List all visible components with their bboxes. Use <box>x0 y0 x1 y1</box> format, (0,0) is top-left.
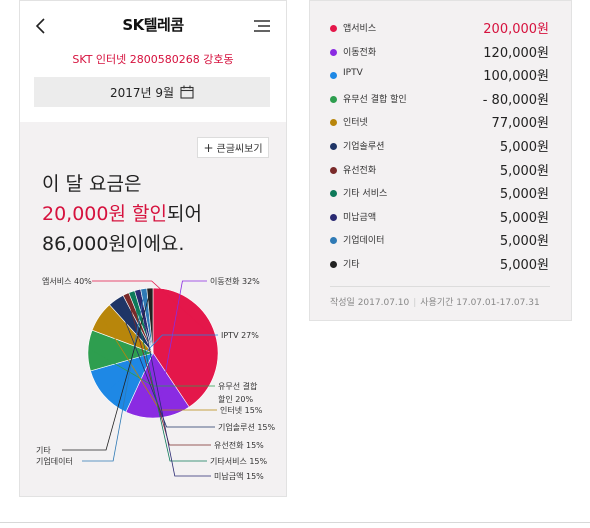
legend-item-value: 5,000원 <box>499 163 549 179</box>
headline-line-3: 86,000원이에요. <box>42 233 185 255</box>
bill-phone-panel: SK텔레콤 SKT 인터넷 2800580268 강호동 2017년 9월 + … <box>19 0 287 497</box>
legend-item-name: 기타 <box>343 260 360 270</box>
legend-row: 미납금액 5,000원 <box>310 206 571 229</box>
legend-row: 기업솔루션 5,000원 <box>310 135 571 158</box>
legend-row: 인터넷 77,000원 <box>310 111 571 134</box>
month-selector[interactable]: 2017년 9월 <box>34 77 270 107</box>
pie-slice-label: 기타 <box>36 446 51 455</box>
legend-color-dot <box>330 261 337 268</box>
legend-divider <box>330 286 550 287</box>
legend-row: IPTV 100,000원 <box>310 64 571 87</box>
legend-item-name: 기업솔루션 <box>343 142 385 152</box>
legend-color-dot <box>330 72 337 80</box>
legend-item-value: - 80,000원 <box>482 92 549 108</box>
pie-slice-label: 기업데이터 <box>36 456 73 466</box>
legend-item-value: 77,000원 <box>491 116 549 132</box>
legend-item-value: 5,000원 <box>499 187 549 203</box>
bill-legend-panel: 앱서비스 200,000원이동전화 120,000원 IPTV 100,000원유무선 … <box>309 0 572 321</box>
plus-icon: + <box>203 140 214 155</box>
bill-pie-chart: 앱서비스 40% 이동전화 32% IPTV 27% 유무선 결합 할인 20%인터넷 … <box>36 276 276 481</box>
pie-slice-label: IPTV 27% <box>221 331 259 340</box>
legend-item-name: 기업데이터 <box>343 236 385 247</box>
legend-item-name: 유선전화 <box>343 165 377 176</box>
legend-item-value: 5,000원 <box>499 234 549 250</box>
calendar-icon <box>180 85 194 99</box>
legend-row: 기타 5,000원 <box>310 253 571 276</box>
legend-color-dot <box>330 25 337 32</box>
footer-separator: | <box>413 298 417 308</box>
legend-item-name: 이동전화 <box>343 47 377 58</box>
legend-item-name: 미납금액 <box>343 212 377 223</box>
legend-row: 기타 서비스 5,000원 <box>310 182 571 205</box>
legend-item-value: 100,000원 <box>483 69 549 85</box>
legend-item-value: 200,000원 <box>483 22 549 37</box>
hamburger-menu-icon[interactable] <box>253 18 271 34</box>
pie-slice-label: 인터넷 15% <box>220 405 263 415</box>
usage-period: 사용기간 17.07.01-17.07.31 <box>420 298 540 308</box>
pie-slice-label: 유선전화 15% <box>214 440 264 450</box>
headline-line-2: 20,000원 할인되어 <box>42 199 202 229</box>
legend-item-value: 5,000원 <box>499 258 549 273</box>
legend-item-name: 인터넷 <box>343 118 368 129</box>
legend-item-value: 5,000원 <box>499 140 549 155</box>
legend-color-dot <box>330 237 337 245</box>
legend-color-dot <box>330 166 337 174</box>
legend-row: 유선전화 5,000원 <box>310 159 571 182</box>
pie-slice-label: 유무선 결합 할인 20% <box>218 381 258 404</box>
bill-headline: 이 달 요금은 20,000원 할인되어 86,000원이에요. <box>42 169 202 259</box>
page-bottom-rule <box>0 522 590 523</box>
app-title: SK텔레콤 <box>122 16 184 34</box>
headline-discount: 20,000원 할인 <box>42 203 167 225</box>
legend-row: 앱서비스 200,000원 <box>310 17 571 40</box>
legend-color-dot <box>330 48 337 56</box>
legend-footer: 작성일 2017.07.10 | 사용기간 17.07.01-17.07.31 <box>330 295 540 308</box>
created-date: 작성일 2017.07.10 <box>330 298 410 308</box>
legend-color-dot <box>330 213 337 221</box>
headline-discount-suffix: 되어 <box>166 203 202 225</box>
legend-item-value: 120,000원 <box>483 45 549 61</box>
legend-item-name: 앱서비스 <box>343 24 377 34</box>
legend-item-name: 기타 서비스 <box>343 189 388 200</box>
legend-row: 이동전화 120,000원 <box>310 41 571 64</box>
big-font-label: 큰글씨보기 <box>216 144 263 155</box>
legend-row: 유무선 결합 할인 - 80,000원 <box>310 88 571 111</box>
legend-color-dot <box>330 95 337 103</box>
pie-slice-label: 미납금액 15% <box>214 471 264 481</box>
account-info: SKT 인터넷 2800580268 강호동 <box>72 53 234 66</box>
legend-row: 기업데이터 5,000원 <box>310 229 571 252</box>
legend-item-name: IPTV <box>343 68 363 79</box>
legend-item-name: 유무선 결합 할인 <box>343 94 407 105</box>
phone-header: SK텔레콤 SKT 인터넷 2800580268 강호동 2017년 9월 <box>20 1 286 122</box>
pie-slice-label: 앱서비스 40% <box>42 277 92 286</box>
pie-slice-label: 기타서비스 15% <box>210 457 268 466</box>
month-label: 2017년 9월 <box>109 85 175 100</box>
pie-slice-label: 기업솔루션 15% <box>218 422 276 432</box>
legend-color-dot <box>330 119 337 127</box>
legend-color-dot <box>330 143 337 150</box>
legend-color-dot <box>330 190 337 198</box>
pie-slice-label: 이동전화 32% <box>210 276 260 286</box>
legend-item-value: 5,000원 <box>499 210 549 226</box>
big-font-button[interactable]: + 큰글씨보기 <box>197 137 269 158</box>
headline-line-1: 이 달 요금은 <box>42 173 142 195</box>
